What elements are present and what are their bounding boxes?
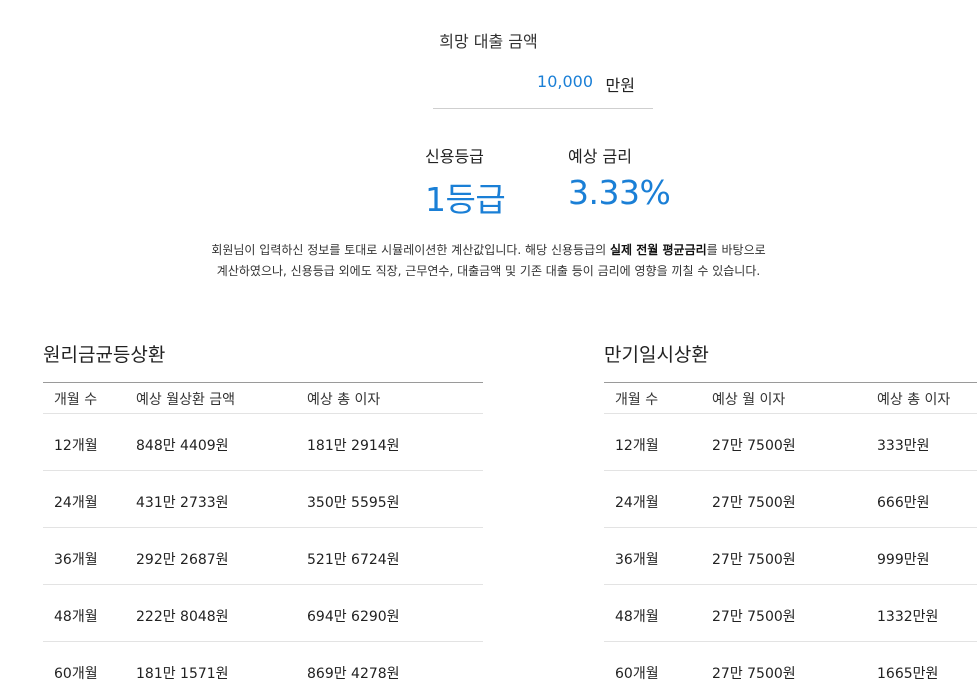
row-months: 12개월 (615, 438, 659, 454)
table-row: 60개월 27만 7500원 1665만원 (604, 642, 977, 694)
row-monthly-payment: 431만 2733원 (136, 495, 229, 511)
row-total-interest: 181만 2914원 (307, 438, 400, 454)
row-monthly-payment: 848만 4409원 (136, 438, 229, 454)
expected-rate-value: 3.33% (568, 173, 671, 212)
row-total-interest: 521만 6724원 (307, 552, 400, 568)
header-monthly-interest: 예상 월 이자 (712, 392, 786, 408)
notice-line-1: 회원님이 입력하신 정보를 토대로 시뮬레이션한 계산값입니다. 해당 신용등급… (0, 240, 977, 261)
credit-grade-block: 신용등급 1등급 (425, 143, 506, 221)
row-months: 36개월 (615, 552, 659, 568)
notice-line-2: 계산하였으나, 신용등급 외에도 직장, 근무연수, 대출금액 및 기존 대출 … (216, 264, 761, 278)
table-row: 36개월 292만 2687원 521만 6724원 (43, 528, 483, 585)
row-months: 48개월 (54, 609, 98, 625)
notice-text-b: 를 바탕으로 (706, 243, 766, 257)
table-row: 60개월 181만 1571원 869만 4278원 (43, 642, 483, 694)
table-row: 48개월 222만 8048원 694만 6290원 (43, 585, 483, 642)
loan-amount-input[interactable] (453, 72, 593, 91)
row-months: 60개월 (615, 666, 659, 682)
table-row: 24개월 27만 7500원 666만원 (604, 471, 977, 528)
header-total-interest: 예상 총 이자 (877, 392, 951, 408)
notice-text-a: 회원님이 입력하신 정보를 토대로 시뮬레이션한 계산값입니다. 해당 신용등급… (211, 243, 610, 257)
credit-grade-value: 1등급 (425, 180, 506, 219)
header-monthly-payment: 예상 월상환 금액 (136, 392, 236, 408)
row-total-interest: 333만원 (877, 438, 930, 454)
loan-amount-label: 희망 대출 금액 (439, 32, 538, 51)
loan-simulator-page: 희망 대출 금액 만원 신용등급 1등급 예상 금리 3.33% 회원님이 입력… (0, 0, 977, 694)
header-total-interest: 예상 총 이자 (307, 392, 381, 408)
row-months: 36개월 (54, 552, 98, 568)
row-months: 24개월 (54, 495, 98, 511)
header-months: 개월 수 (615, 392, 659, 408)
row-total-interest: 350만 5595원 (307, 495, 400, 511)
row-monthly-interest: 27만 7500원 (712, 666, 796, 682)
credit-grade-label: 신용등급 (425, 147, 484, 166)
row-months: 24개월 (615, 495, 659, 511)
row-total-interest: 1665만원 (877, 666, 939, 682)
loan-amount-field: 만원 (433, 70, 653, 109)
row-total-interest: 999만원 (877, 552, 930, 568)
row-monthly-payment: 292만 2687원 (136, 552, 229, 568)
row-total-interest: 666만원 (877, 495, 930, 511)
table-row: 48개월 27만 7500원 1332만원 (604, 585, 977, 642)
row-total-interest: 694만 6290원 (307, 609, 400, 625)
table-header: 개월 수 예상 월 이자 예상 총 이자 (604, 383, 977, 414)
simulation-notice: 회원님이 입력하신 정보를 토대로 시뮬레이션한 계산값입니다. 해당 신용등급… (0, 240, 977, 282)
table-row: 24개월 431만 2733원 350만 5595원 (43, 471, 483, 528)
table-row: 12개월 848만 4409원 181만 2914원 (43, 414, 483, 471)
table-header: 개월 수 예상 월상환 금액 예상 총 이자 (43, 383, 483, 414)
row-monthly-interest: 27만 7500원 (712, 438, 796, 454)
notice-bold-text: 실제 전월 평균금리 (609, 243, 707, 257)
row-total-interest: 1332만원 (877, 609, 939, 625)
loan-amount-unit: 만원 (605, 76, 635, 95)
expected-rate-block: 예상 금리 3.33% (568, 143, 671, 212)
table-row: 36개월 27만 7500원 999만원 (604, 528, 977, 585)
bullet-repayment-title: 만기일시상환 (604, 344, 709, 366)
row-months: 60개월 (54, 666, 98, 682)
table-row: 12개월 27만 7500원 333만원 (604, 414, 977, 471)
bullet-repayment-table: 개월 수 예상 월 이자 예상 총 이자 12개월 27만 7500원 333만… (604, 382, 977, 694)
row-total-interest: 869만 4278원 (307, 666, 400, 682)
row-monthly-interest: 27만 7500원 (712, 609, 796, 625)
row-monthly-payment: 222만 8048원 (136, 609, 229, 625)
row-monthly-payment: 181만 1571원 (136, 666, 229, 682)
row-months: 12개월 (54, 438, 98, 454)
row-months: 48개월 (615, 609, 659, 625)
row-monthly-interest: 27만 7500원 (712, 552, 796, 568)
equal-principal-title: 원리금균등상환 (43, 344, 166, 366)
expected-rate-label: 예상 금리 (568, 147, 632, 166)
header-months: 개월 수 (54, 392, 98, 408)
row-monthly-interest: 27만 7500원 (712, 495, 796, 511)
equal-principal-table: 개월 수 예상 월상환 금액 예상 총 이자 12개월 848만 4409원 1… (43, 382, 483, 694)
